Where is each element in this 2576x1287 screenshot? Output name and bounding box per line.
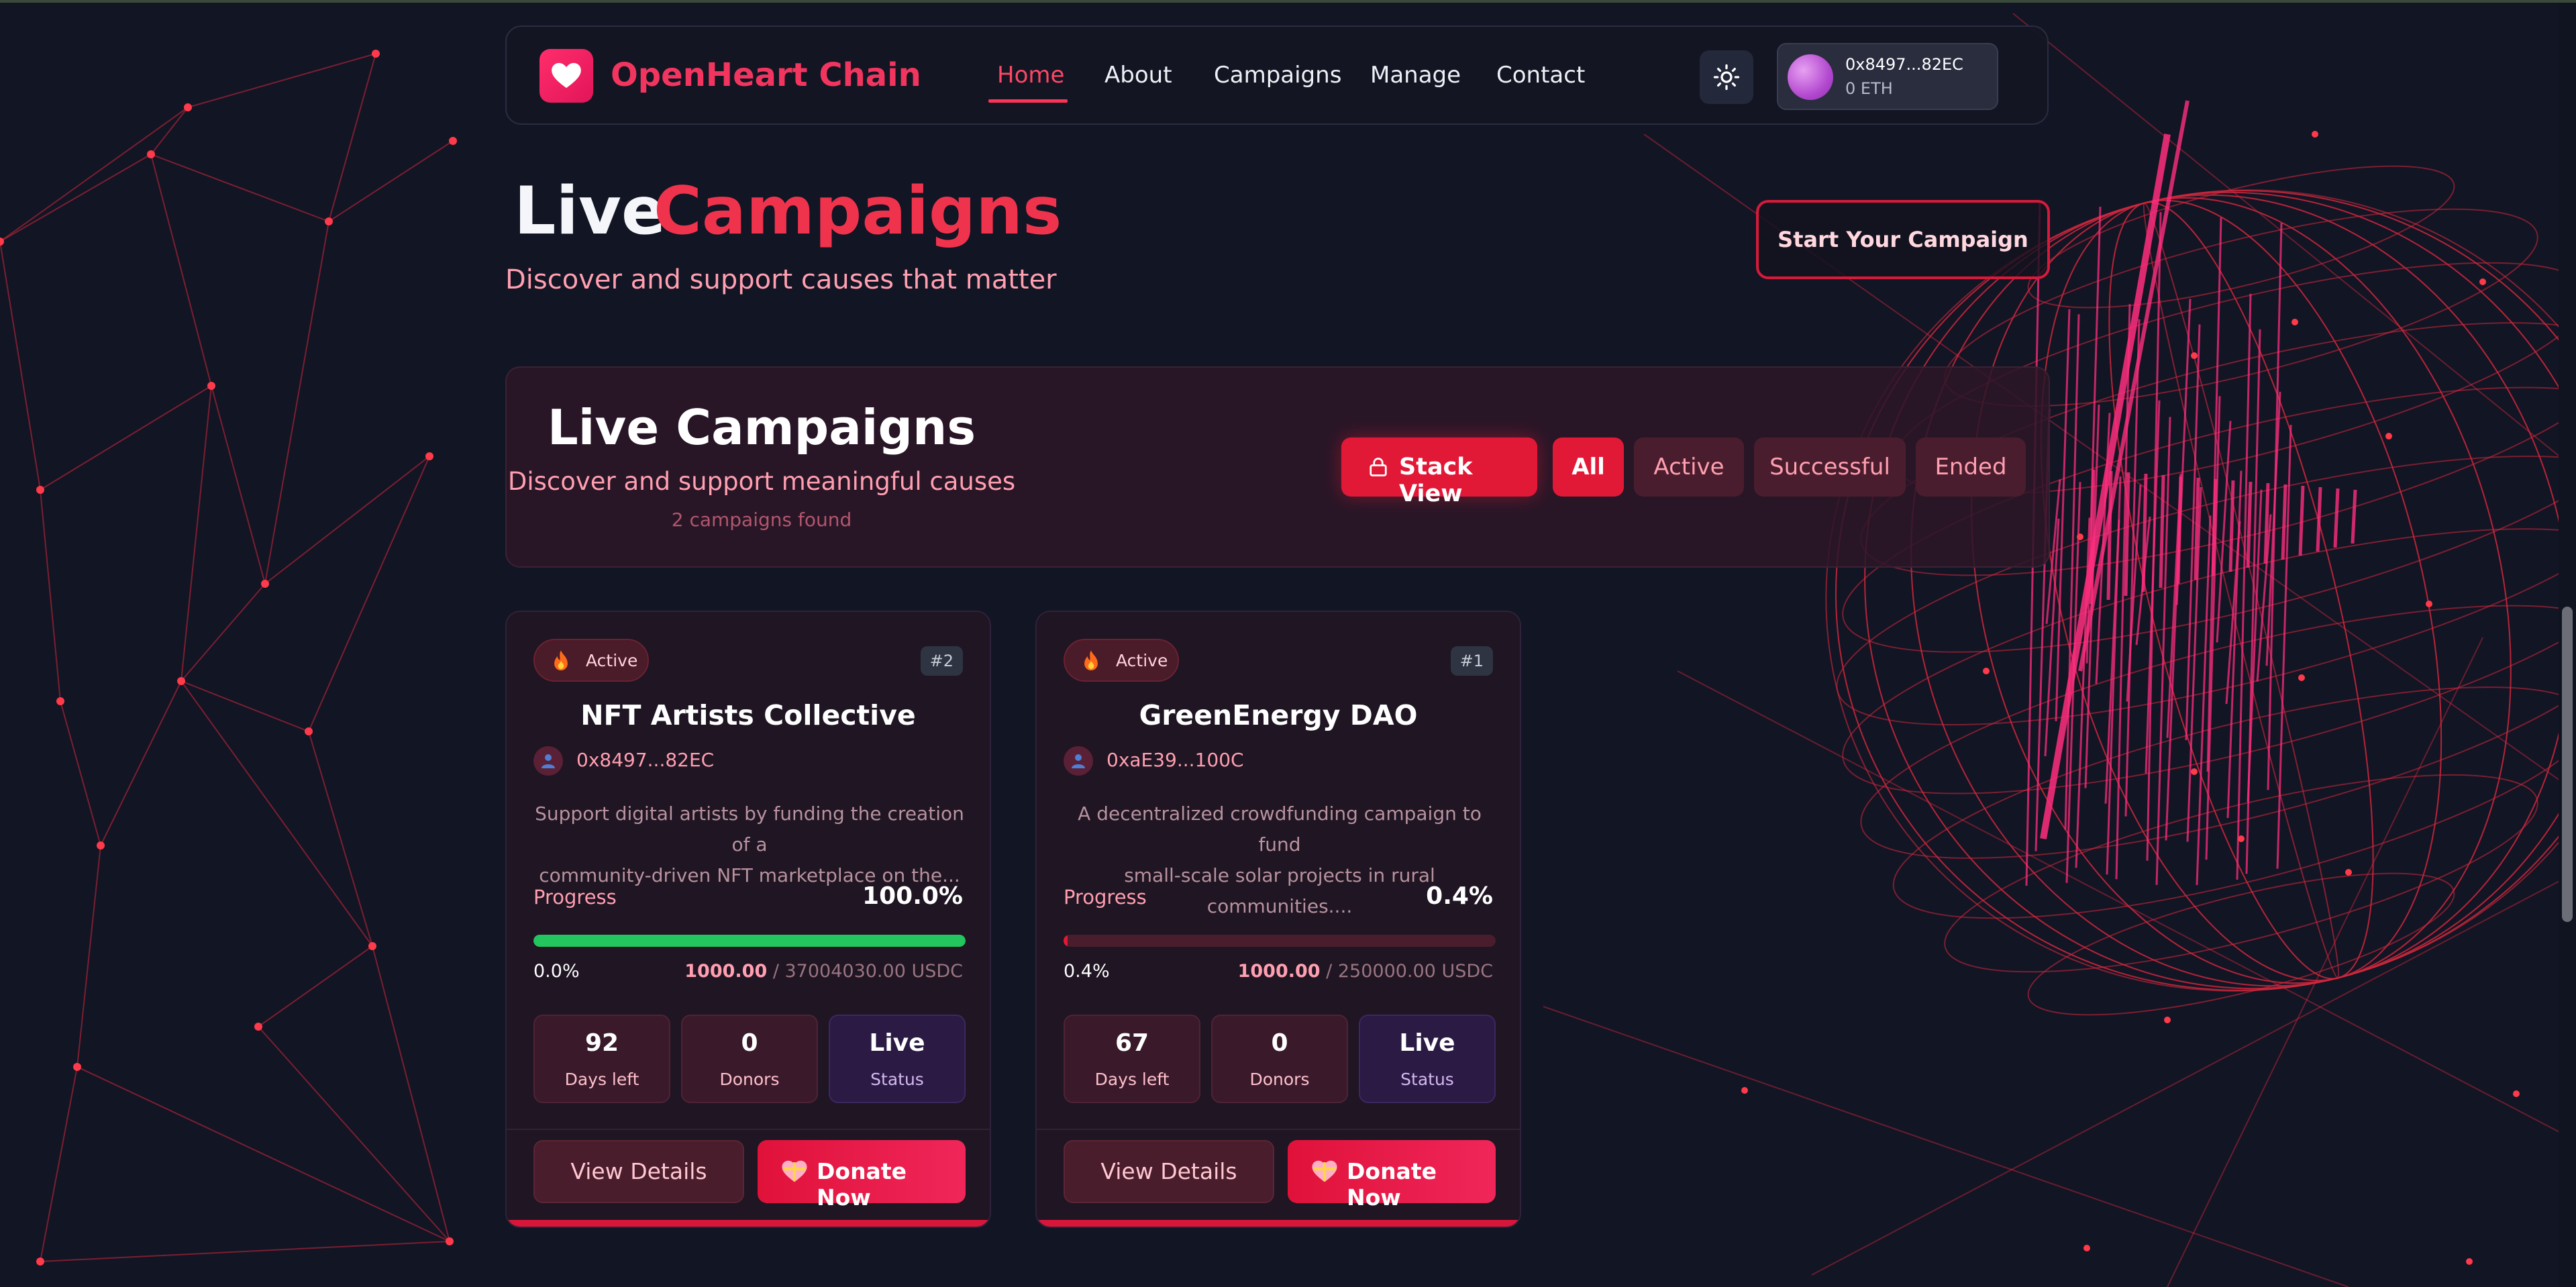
campaign-rank: #2	[920, 646, 963, 676]
page-title-campaigns: Campaigns	[654, 173, 1062, 250]
progress-label: Progress	[1064, 886, 1147, 909]
stat-label: Donors	[719, 1070, 780, 1089]
filter-all[interactable]: All	[1553, 437, 1624, 497]
donate-now-button[interactable]: Donate Now	[758, 1140, 966, 1211]
view-details-button[interactable]: View Details	[533, 1140, 744, 1203]
stat-value: 0	[741, 1029, 758, 1057]
filter-active[interactable]: Active	[1634, 437, 1744, 497]
stack-view-button[interactable]: Stack View	[1341, 437, 1537, 507]
filter-successful[interactable]: Successful	[1754, 437, 1906, 497]
campaign-description: Support digital artists by funding the c…	[533, 799, 966, 891]
stat-value: 0	[1271, 1029, 1288, 1057]
stat-value: Live	[869, 1029, 925, 1057]
owner-address[interactable]: 0x8497...82EC	[576, 749, 714, 771]
card-divider	[1037, 1129, 1520, 1130]
campaign-rank: #1	[1450, 646, 1493, 676]
nav-active-indicator	[988, 99, 1068, 103]
donate-label: Donate Now	[817, 1158, 907, 1211]
filter-ended[interactable]: Ended	[1916, 437, 2026, 497]
nav-link-about[interactable]: About	[1104, 62, 1172, 89]
funding-amount: 1000.00 / 37004030.00 USDC	[684, 961, 963, 982]
start-campaign-button[interactable]: Start Your Campaign	[1756, 200, 2050, 279]
stat-label: Status	[1400, 1070, 1454, 1089]
stat-label: Days left	[564, 1070, 639, 1089]
page-subtitle: Discover and support causes that matter	[505, 264, 1057, 295]
donate-label: Donate Now	[1347, 1158, 1437, 1211]
progress-bar	[1064, 935, 1496, 947]
campaign-count: 2 campaigns found	[671, 509, 852, 531]
stat-days-left: 92 Days left	[533, 1015, 670, 1103]
raised-amount: 1000.00	[1237, 961, 1321, 982]
owner-address[interactable]: 0xaE39...100C	[1106, 749, 1244, 771]
wallet-address: 0x8497...82EC	[1845, 55, 1963, 74]
stat-donors: 0 Donors	[681, 1015, 818, 1103]
funding-amount: 1000.00 / 250000.00 USDC	[1238, 961, 1493, 982]
goal-amount: / 37004030.00 USDC	[772, 961, 963, 982]
user-icon	[1064, 746, 1093, 776]
status-badge-label: Active	[1116, 651, 1168, 670]
card-accent-bar	[1037, 1220, 1520, 1227]
status-badge: Active	[1064, 639, 1179, 682]
progress-bar	[533, 935, 966, 947]
card-divider	[507, 1129, 990, 1130]
stat-label: Donors	[1249, 1070, 1310, 1089]
logo-heart-icon[interactable]	[539, 49, 593, 103]
page-title-live: Live	[514, 173, 666, 250]
stat-donors: 0 Donors	[1211, 1015, 1348, 1103]
theme-toggle-button[interactable]	[1700, 50, 1753, 104]
stat-status: Live Status	[829, 1015, 966, 1103]
heart-gift-icon	[782, 1160, 807, 1182]
stat-label: Status	[870, 1070, 924, 1089]
heart-gift-icon	[1312, 1160, 1337, 1182]
brand-name[interactable]: OpenHeart Chain	[611, 56, 921, 94]
fire-icon	[554, 650, 568, 671]
raised-percent: 0.4%	[1064, 961, 1110, 982]
description-line: A decentralized crowdfunding campaign to…	[1078, 803, 1482, 856]
stat-value: Live	[1399, 1029, 1455, 1057]
panel-title: Live Campaigns	[547, 399, 976, 456]
stat-value: 92	[584, 1029, 619, 1057]
nav-link-campaigns[interactable]: Campaigns	[1214, 62, 1341, 89]
raised-amount: 1000.00	[684, 961, 768, 982]
scrollbar-thumb[interactable]	[2562, 607, 2573, 922]
campaign-card: Active #1 GreenEnergy DAO 0xaE39...100C …	[1035, 611, 1521, 1228]
campaign-title[interactable]: GreenEnergy DAO	[1037, 699, 1520, 731]
stat-status: Live Status	[1359, 1015, 1496, 1103]
progress-bar-fill	[1064, 935, 1068, 947]
sun-icon	[1713, 64, 1740, 91]
description-line: Support digital artists by funding the c…	[535, 803, 964, 856]
progress-percent: 0.4%	[1426, 882, 1493, 910]
nav-link-home[interactable]: Home	[997, 62, 1064, 89]
wallet-balance: 0 ETH	[1845, 79, 1893, 98]
nav-link-contact[interactable]: Contact	[1496, 62, 1585, 89]
stack-view-label: Stack View	[1399, 454, 1473, 507]
campaign-title[interactable]: NFT Artists Collective	[507, 699, 990, 731]
status-badge: Active	[533, 639, 649, 682]
raised-percent: 0.0%	[533, 961, 580, 982]
stat-value: 67	[1115, 1029, 1149, 1057]
stat-days-left: 67 Days left	[1064, 1015, 1200, 1103]
donate-now-button[interactable]: Donate Now	[1288, 1140, 1496, 1211]
stat-label: Days left	[1094, 1070, 1170, 1089]
progress-bar-fill	[533, 935, 966, 947]
fire-icon	[1084, 650, 1098, 671]
status-badge-label: Active	[586, 651, 638, 670]
wallet-button[interactable]: 0x8497...82EC 0 ETH	[1777, 43, 1998, 110]
lock-icon	[1370, 458, 1387, 476]
navbar: OpenHeart Chain Home About Campaigns Man…	[505, 25, 2049, 125]
view-details-button[interactable]: View Details	[1064, 1140, 1274, 1203]
goal-amount: / 250000.00 USDC	[1326, 961, 1493, 982]
panel-subtitle: Discover and support meaningful causes	[507, 467, 1016, 496]
nav-link-manage[interactable]: Manage	[1370, 62, 1461, 89]
progress-percent: 100.0%	[862, 882, 963, 910]
campaign-card: Active #2 NFT Artists Collective 0x8497.…	[505, 611, 991, 1228]
campaigns-panel: Live Campaigns Discover and support mean…	[505, 366, 2050, 568]
scrollbar-track[interactable]	[2559, 3, 2576, 1287]
wallet-avatar	[1788, 54, 1833, 100]
progress-label: Progress	[533, 886, 617, 909]
card-accent-bar	[507, 1220, 990, 1227]
user-icon	[533, 746, 563, 776]
